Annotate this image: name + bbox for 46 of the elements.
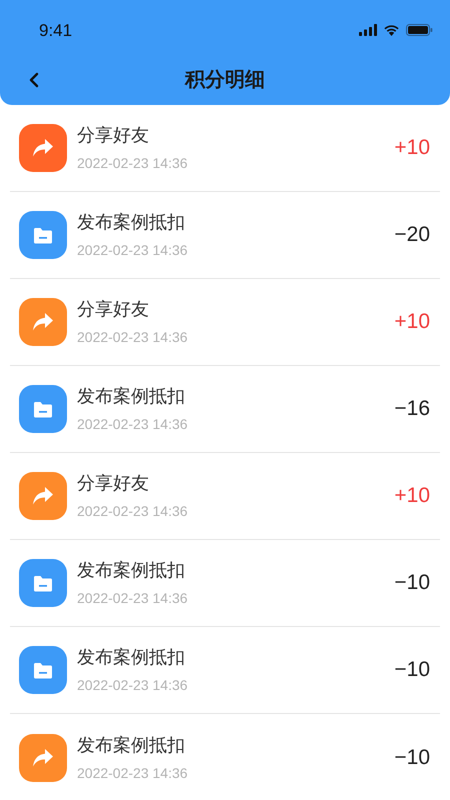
record-time: 2022-02-23 14:36 — [77, 764, 189, 782]
points-record-row[interactable]: 发布案例抵扣 2022-02-23 14:36 −10 — [10, 540, 440, 627]
points-record-row[interactable]: 分享好友 2022-02-23 14:36 +10 — [10, 279, 440, 366]
record-title: 发布案例抵扣 — [77, 559, 186, 581]
points-record-row[interactable]: 分享好友 2022-02-23 14:36 +10 — [10, 105, 440, 192]
points-amount: +10 — [394, 483, 430, 510]
folder-icon — [33, 662, 53, 678]
record-title: 发布案例抵扣 — [77, 646, 186, 668]
record-time: 2022-02-23 14:36 — [77, 329, 189, 346]
record-time: 2022-02-23 14:36 — [77, 416, 189, 433]
points-record-row[interactable]: 分享好友 2022-02-23 14:36 +10 — [10, 453, 440, 540]
points-amount: −10 — [394, 570, 430, 596]
record-title: 发布案例抵扣 — [77, 734, 186, 756]
record-time: 2022-02-23 14:36 — [77, 677, 189, 694]
back-chevron-icon — [29, 72, 39, 88]
points-amount: −10 — [394, 657, 430, 684]
share-arrow-icon — [32, 748, 54, 768]
record-title: 发布案例抵扣 — [77, 385, 186, 407]
points-amount: −16 — [394, 396, 430, 422]
battery-icon — [406, 24, 433, 36]
points-record-row[interactable]: 发布案例抵扣 2022-02-23 14:36 −10 — [10, 714, 440, 800]
folder-icon — [33, 400, 53, 418]
record-time: 2022-02-23 14:36 — [77, 503, 189, 520]
share-arrow-icon — [32, 312, 54, 332]
record-time: 2022-02-23 14:36 — [77, 155, 189, 172]
points-record-row[interactable]: 发布案例抵扣 2022-02-23 14:36 −16 — [10, 366, 440, 453]
record-title: 分享好友 — [77, 472, 150, 494]
share-arrow-icon — [32, 486, 54, 506]
points-amount: −20 — [394, 222, 430, 248]
share-arrow-icon — [32, 138, 54, 158]
points-amount: −10 — [394, 744, 430, 771]
points-record-row[interactable]: 发布案例抵扣 2022-02-23 14:36 −10 — [10, 627, 440, 714]
signal-icon — [359, 24, 377, 36]
record-time: 2022-02-23 14:36 — [77, 590, 189, 607]
points-record-row[interactable]: 发布案例抵扣 2022-02-23 14:36 −20 — [10, 192, 440, 279]
folder-icon — [33, 226, 53, 244]
points-amount: +10 — [394, 135, 430, 162]
record-title: 分享好友 — [77, 298, 150, 320]
wifi-icon — [383, 24, 400, 36]
status-time: 9:41 — [39, 20, 72, 42]
folder-icon — [33, 574, 53, 592]
record-time: 2022-02-23 14:36 — [77, 242, 189, 259]
points-amount: +10 — [394, 309, 430, 336]
page-title: 积分明细 — [185, 68, 265, 92]
record-title: 分享好友 — [77, 124, 150, 146]
record-title: 发布案例抵扣 — [77, 211, 186, 233]
